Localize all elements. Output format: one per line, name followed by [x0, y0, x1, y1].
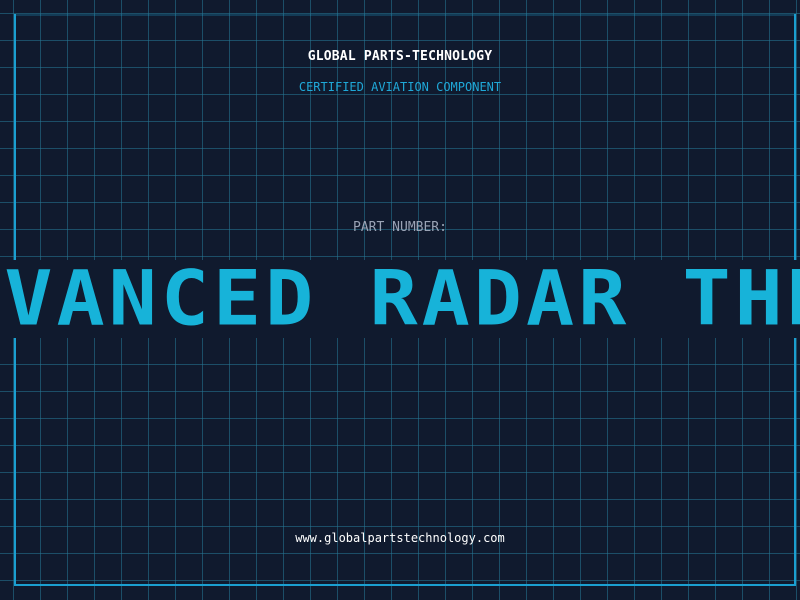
- part-name-text: ADVANCED RADAR THREAT SYSTEM: [0, 260, 800, 338]
- part-name-band: ADVANCED RADAR THREAT SYSTEM: [0, 260, 800, 338]
- company-name: GLOBAL PARTS-TECHNOLOGY: [307, 49, 493, 64]
- certification-tagline: CERTIFIED AVIATION COMPONENT: [298, 80, 502, 94]
- border-frame-top: [14, 14, 796, 16]
- website-url[interactable]: www.globalpartstechnology.com: [0, 531, 800, 545]
- part-number-label: PART NUMBER:: [353, 220, 447, 235]
- page-canvas: GLOBAL PARTS-TECHNOLOGY CERTIFIED AVIATI…: [0, 0, 800, 600]
